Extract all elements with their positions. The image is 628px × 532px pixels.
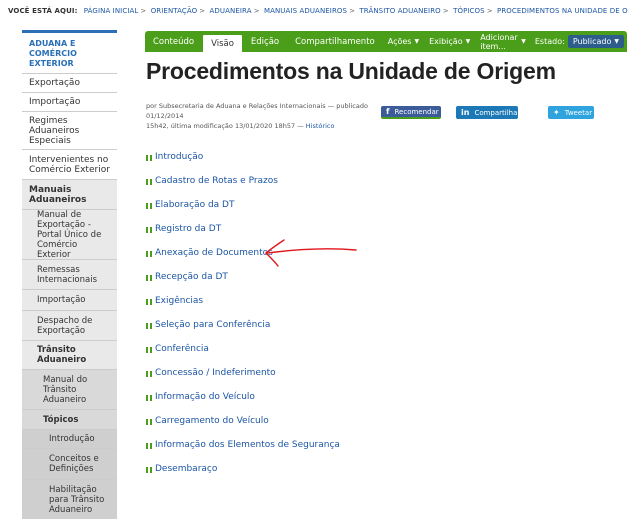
list-item: Cadastro de Rotas e Prazos <box>146 169 340 193</box>
sidebar: ADUANA E COMÉRCIO EXTERIOR Exportação Im… <box>22 30 117 532</box>
tab-visao[interactable]: Visão <box>202 34 243 52</box>
bullet-icon <box>146 203 152 209</box>
sidebar-header[interactable]: ADUANA E COMÉRCIO EXTERIOR <box>22 30 117 73</box>
topic-link[interactable]: Anexação de Documentos <box>155 248 273 258</box>
topic-link[interactable]: Informação dos Elementos de Segurança <box>155 440 340 450</box>
sidebar-item-manual-exportacao[interactable]: Manual de Exportação - Portal Único de C… <box>22 209 117 260</box>
breadcrumb-label: VOCÊ ESTÁ AQUI: <box>8 7 78 15</box>
bullet-icon <box>146 467 152 473</box>
sidebar-item-manuais[interactable]: Manuais Aduaneiros <box>22 179 117 209</box>
topic-link[interactable]: Carregamento do Veículo <box>155 416 269 426</box>
sidebar-item-intervenientes[interactable]: Intervenientes no Comércio Exterior <box>22 149 117 179</box>
breadcrumb: VOCÊ ESTÁ AQUI: PÁGINA INICIAL > ORIENTAÇ… <box>8 7 628 15</box>
sidebar-item-introducao[interactable]: Introdução <box>22 429 117 448</box>
bullet-icon <box>146 371 152 377</box>
list-item: Seleção para Conferência <box>146 313 340 337</box>
bullet-icon <box>146 419 152 425</box>
bullet-icon <box>146 179 152 185</box>
topic-link[interactable]: Registro da DT <box>155 224 221 234</box>
estado-label: Estado: <box>534 37 565 46</box>
breadcrumb-orientacao[interactable]: ORIENTAÇÃO <box>151 7 198 15</box>
facebook-icon: f <box>386 107 390 116</box>
exibicao-menu[interactable]: Exibição ▼ <box>424 31 475 52</box>
topic-link[interactable]: Exigências <box>155 296 203 306</box>
breadcrumb-home[interactable]: PÁGINA INICIAL <box>84 7 139 15</box>
topic-link[interactable]: Cadastro de Rotas e Prazos <box>155 176 278 186</box>
sidebar-item-transito[interactable]: Trânsito Aduaneiro <box>22 340 117 369</box>
acoes-menu[interactable]: Ações ▼ <box>383 31 424 52</box>
breadcrumb-transito[interactable]: TRÂNSITO ADUANEIRO <box>359 7 440 15</box>
topic-link[interactable]: Seleção para Conferência <box>155 320 270 330</box>
sidebar-item-exportacao[interactable]: Exportação <box>22 73 117 92</box>
list-item: Informação do Veículo <box>146 385 340 409</box>
topic-link[interactable]: Conferência <box>155 344 209 354</box>
annotation-arrow-icon <box>265 239 357 267</box>
sidebar-item-regimes[interactable]: Regimes Aduaneiros Especiais <box>22 111 117 149</box>
bullet-icon <box>146 251 152 257</box>
bullet-icon <box>146 155 152 161</box>
page-title: Procedimentos na Unidade de Origem <box>146 58 556 84</box>
bullet-icon <box>146 227 152 233</box>
breadcrumb-current[interactable]: PROCEDIMENTOS NA UNIDADE DE ORIGEM <box>497 7 628 15</box>
adicionar-item-menu[interactable]: Adicionar item... ▼ <box>475 31 531 52</box>
facebook-recommend-button[interactable]: f Recomendar <box>381 106 441 119</box>
tab-edicao[interactable]: Edição <box>243 31 287 52</box>
chevron-down-icon: ▼ <box>521 38 526 45</box>
list-item: Concessão / Indeferimento <box>146 361 340 385</box>
twitter-icon: ✦ <box>553 108 560 117</box>
document-byline: por Subsecretaria de Aduana e Relações I… <box>146 102 368 130</box>
topic-link[interactable]: Introdução <box>155 152 203 162</box>
list-item: Elaboração da DT <box>146 193 340 217</box>
sidebar-item-remessas[interactable]: Remessas Internacionais <box>22 259 117 289</box>
bullet-icon <box>146 395 152 401</box>
sidebar-item-despacho[interactable]: Despacho de Exportação <box>22 310 117 340</box>
breadcrumb-topicos[interactable]: TÓPICOS <box>453 7 485 15</box>
sidebar-item-habilitacao[interactable]: Habilitação para Trânsito Aduaneiro <box>22 479 117 519</box>
edit-toolbar: Conteúdo Visão Edição Compartilhamento A… <box>145 31 627 52</box>
topic-link[interactable]: Recepção da DT <box>155 272 228 282</box>
chevron-down-icon: ▼ <box>414 38 420 45</box>
bullet-icon <box>146 323 152 329</box>
breadcrumb-aduaneira[interactable]: ADUANEIRA <box>210 7 252 15</box>
bullet-icon <box>146 347 152 353</box>
topic-link-list: Introdução Cadastro de Rotas e Prazos El… <box>146 145 340 481</box>
bullet-icon <box>146 299 152 305</box>
chevron-down-icon: ▼ <box>614 38 619 45</box>
bullet-icon <box>146 443 152 449</box>
chevron-down-icon: ▼ <box>465 38 471 45</box>
list-item: Desembaraço <box>146 457 340 481</box>
estado-dropdown[interactable]: Publicado ▼ <box>567 35 624 48</box>
linkedin-share-button[interactable]: in Compartilhar <box>456 106 520 119</box>
topic-link[interactable]: Concessão / Indeferimento <box>155 368 276 378</box>
sidebar-item-importacao[interactable]: Importação <box>22 92 117 111</box>
sidebar-item-topicos[interactable]: Tópicos <box>22 409 117 429</box>
topic-link[interactable]: Elaboração da DT <box>155 200 234 210</box>
topic-link[interactable]: Desembaraço <box>155 464 217 474</box>
sidebar-item-importacao-manual[interactable]: Importação <box>22 289 117 310</box>
tab-conteudo[interactable]: Conteúdo <box>145 31 202 52</box>
list-item: Exigências <box>146 289 340 313</box>
list-item: Carregamento do Veículo <box>146 409 340 433</box>
breadcrumb-manuais[interactable]: MANUAIS ADUANEIROS <box>264 7 347 15</box>
list-item: Informação dos Elementos de Segurança <box>146 433 340 457</box>
sidebar-item-manual-transito[interactable]: Manual do Trânsito Aduaneiro <box>22 369 117 409</box>
linkedin-icon: in <box>461 108 470 117</box>
history-link[interactable]: Histórico <box>306 122 335 130</box>
bullet-icon <box>146 275 152 281</box>
tab-compartilhamento[interactable]: Compartilhamento <box>287 31 383 52</box>
list-item: Introdução <box>146 145 340 169</box>
list-item: Conferência <box>146 337 340 361</box>
topic-link[interactable]: Informação do Veículo <box>155 392 255 402</box>
sidebar-item-conceitos[interactable]: Conceitos e Definições <box>22 448 117 479</box>
twitter-tweet-button[interactable]: ✦ Tweetar <box>548 106 594 119</box>
